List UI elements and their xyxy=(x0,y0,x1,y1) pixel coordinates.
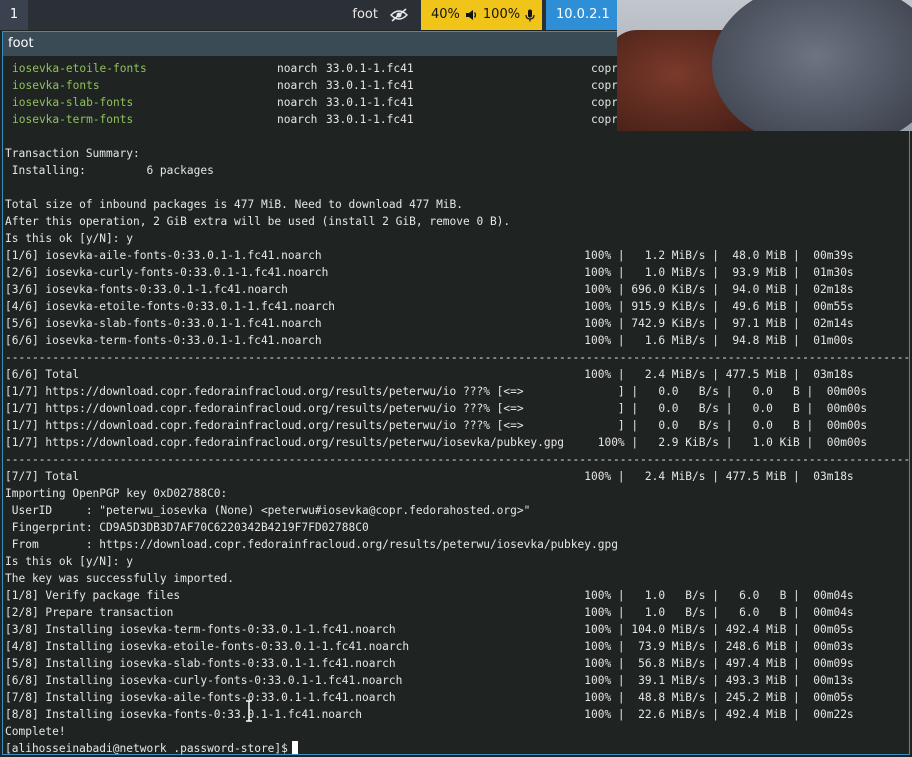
workspace-button[interactable]: 1 xyxy=(0,0,28,30)
volume-level: 40% xyxy=(431,7,460,22)
output-line: After this operation, 2 GiB extra will b… xyxy=(5,215,511,228)
package-repo: copr xyxy=(591,62,618,75)
output-line: UserID : "peterwu_iosevka (None) <peterw… xyxy=(5,504,531,517)
package-repo: copr xyxy=(591,96,618,109)
idle-inhibitor-icon[interactable] xyxy=(382,0,416,30)
webcam-person xyxy=(712,0,912,131)
output-line: [2/6] iosevka-curly-fonts-0:33.0.1-1.fc4… xyxy=(5,266,854,279)
output-line: Importing OpenPGP key 0xD02788C0: xyxy=(5,487,228,500)
package-version: 33.0.1-1.fc41 xyxy=(326,62,414,75)
package-repo: copr xyxy=(591,79,618,92)
package-repo: copr xyxy=(591,113,618,126)
package-name: iosevka-fonts xyxy=(12,79,100,92)
webcam-overlay xyxy=(617,0,912,131)
output-line: [6/6] iosevka-term-fonts-0:33.0.1-1.fc41… xyxy=(5,334,854,347)
output-line: Fingerprint: CD9A5D3DB3D7AF70C6220342B42… xyxy=(5,521,369,534)
speaker-icon xyxy=(465,10,477,20)
shell-prompt: [alihosseinabadi@network .password-store… xyxy=(5,742,288,755)
output-line: [1/7] https://download.copr.fedorainfrac… xyxy=(5,419,868,432)
output-line: [1/7] https://download.copr.fedorainfrac… xyxy=(5,436,868,449)
separator-line: ----------------------------------------… xyxy=(5,453,909,466)
output-line: [6/8] Installing iosevka-curly-fonts-0:3… xyxy=(5,674,854,687)
text-cursor xyxy=(291,741,298,754)
microphone-icon xyxy=(525,9,535,21)
output-line: Is this ok [y/N]: y xyxy=(5,555,133,568)
output-line: [5/6] iosevka-slab-fonts-0:33.0.1-1.fc41… xyxy=(5,317,854,330)
output-line: [1/8] Verify package files 100% | 1.0 B/… xyxy=(5,589,854,602)
output-line: [8/8] Installing iosevka-fonts-0:33.0.1-… xyxy=(5,708,854,721)
package-arch: noarch xyxy=(277,79,318,92)
output-line: [1/7] https://download.copr.fedorainfrac… xyxy=(5,385,868,398)
package-version: 33.0.1-1.fc41 xyxy=(326,79,414,92)
package-name: iosevka-slab-fonts xyxy=(12,96,134,109)
output-line: Complete! xyxy=(5,725,66,738)
output-line: [2/8] Prepare transaction 100% | 1.0 B/s… xyxy=(5,606,854,619)
output-line: Total size of inbound packages is 477 Mi… xyxy=(5,198,464,211)
terminal-output[interactable]: iosevka-etoile-fonts noarch 33.0.1-1.fc41 c… xyxy=(5,60,909,757)
package-version: 33.0.1-1.fc41 xyxy=(326,96,414,109)
output-line: [4/8] Installing iosevka-etoile-fonts-0:… xyxy=(5,640,854,653)
shell-prompt-line[interactable]: [alihosseinabadi@network .password-store… xyxy=(5,740,909,757)
audio-module[interactable]: 40% 100% xyxy=(421,0,542,30)
output-line: [1/6] iosevka-aile-fonts-0:33.0.1-1.fc41… xyxy=(5,249,854,262)
package-version: 33.0.1-1.fc41 xyxy=(326,113,414,126)
mic-level: 100% xyxy=(482,7,521,22)
output-line: [5/8] Installing iosevka-slab-fonts-0:33… xyxy=(5,657,854,670)
output-line: From : https://download.copr.fedorainfra… xyxy=(5,538,618,551)
text-cursor-ibeam-icon xyxy=(246,700,252,722)
terminal-window[interactable]: foot iosevka-etoile-fonts noarch 33.0.1-1.… xyxy=(2,31,910,755)
output-line: [1/7] https://download.copr.fedorainfrac… xyxy=(5,402,868,415)
output-line: Transaction Summary: xyxy=(5,147,140,160)
output-line: [7/7] Total 100% | 2.4 MiB/s | 477.5 MiB… xyxy=(5,470,854,483)
network-module[interactable]: 10.0.2.1 xyxy=(546,0,626,30)
focused-app-title: foot xyxy=(352,7,378,22)
package-name: iosevka-term-fonts xyxy=(12,113,134,126)
output-line: Installing: 6 packages xyxy=(5,164,214,177)
output-line: [3/6] iosevka-fonts-0:33.0.1-1.fc41.noar… xyxy=(5,283,854,296)
output-line: [6/6] Total 100% | 2.4 MiB/s | 477.5 MiB… xyxy=(5,368,854,381)
output-line: [7/8] Installing iosevka-aile-fonts-0:33… xyxy=(5,691,854,704)
output-line: Is this ok [y/N]: y xyxy=(5,232,133,245)
output-line: The key was successfully imported. xyxy=(5,572,235,585)
output-line: [4/6] iosevka-etoile-fonts-0:33.0.1-1.fc… xyxy=(5,300,854,313)
package-name: iosevka-etoile-fonts xyxy=(12,62,147,75)
package-arch: noarch xyxy=(277,62,318,75)
output-line: [3/8] Installing iosevka-term-fonts-0:33… xyxy=(5,623,854,636)
separator-line: ----------------------------------------… xyxy=(5,351,909,364)
package-arch: noarch xyxy=(277,96,318,109)
package-arch: noarch xyxy=(277,113,318,126)
